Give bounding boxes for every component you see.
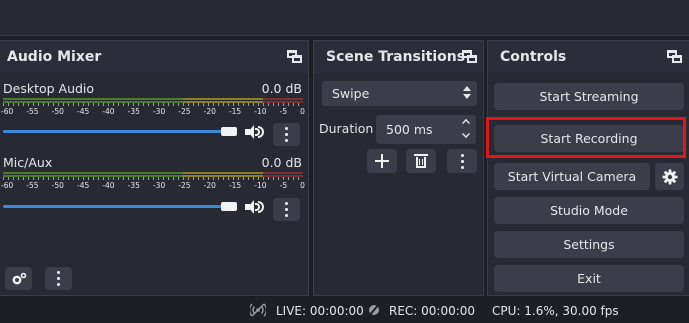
start-streaming-button[interactable]: Start Streaming [494,83,684,110]
scene-transitions-dock: Scene Transitions Swipe Duration 500 ms [313,40,484,296]
volume-slider-handle[interactable] [221,202,237,211]
channel-name-mic-aux: Mic/Aux [3,155,53,170]
undock-icon[interactable] [287,50,302,63]
exit-button[interactable]: Exit [494,265,684,292]
more-vertical-icon[interactable] [45,267,72,290]
studio-mode-button[interactable]: Studio Mode [494,197,684,224]
more-vertical-icon[interactable] [273,198,300,221]
more-vertical-icon[interactable] [447,149,477,173]
audio-mixer-title: Audio Mixer [7,49,102,65]
cpu-fps-readout: CPU: 1.6%, 30.00 fps [492,304,619,318]
duration-label: Duration [319,121,374,136]
channel-db-mic-aux: 0.0 dB [261,155,302,170]
transition-select-value: Swipe [332,86,370,101]
status-bar: LIVE: 00:00:00 REC: 00:00:00 CPU: 1.6%, … [0,298,689,323]
preview-area [0,0,689,36]
audio-mixer-header: Audio Mixer [0,41,308,73]
record-icon [368,303,380,317]
meter-ticks [3,103,303,106]
add-transition-button[interactable] [367,149,397,173]
more-vertical-icon[interactable] [273,123,300,146]
chevron-down-icon[interactable] [462,130,470,138]
duration-value: 500 ms [386,122,433,137]
start-virtual-camera-button[interactable]: Start Virtual Camera [494,163,650,190]
channel-db-desktop-audio: 0.0 dB [261,81,302,96]
live-signal-icon [250,303,266,317]
chevron-down-icon [463,86,471,100]
scene-transitions-header: Scene Transitions [314,41,483,73]
settings-button[interactable]: Settings [494,231,684,258]
volume-slider-desktop-audio[interactable] [3,130,235,133]
rec-timer: REC: 00:00:00 [389,304,476,318]
audio-mixer-dock: Audio Mixer Desktop Audio 0.0 dB -60 -55-… [0,40,309,296]
volume-slider-mic-aux[interactable] [3,205,235,208]
virtual-camera-settings-button[interactable] [655,163,684,190]
remove-transition-button[interactable] [406,149,436,173]
volume-slider-handle[interactable] [221,127,237,136]
gear-icon [662,169,677,184]
highlight-box [486,117,686,158]
transition-select[interactable]: Swipe [322,81,477,106]
controls-header: Controls [488,41,689,73]
live-timer: LIVE: 00:00:00 [276,304,364,318]
volume-icon[interactable] [245,200,264,214]
trash-icon [414,154,428,168]
advanced-audio-icon[interactable] [5,267,32,290]
controls-dock: Controls Start Streaming Start Recording… [486,40,689,296]
undock-icon[interactable] [667,50,682,63]
meter-scale: -60 -55 -50 -45 -40 -35 -30 -25 -20 -15 -10 -5 0 [1,107,305,116]
meter-ticks [3,177,303,180]
plus-icon [375,154,389,168]
chevron-up-icon[interactable] [462,119,470,127]
meter-scale: -60 -55 -50 -45 -40 -35 -30 -25 -20 -15 -10 -5 0 [1,181,305,190]
undock-icon[interactable] [462,50,477,63]
duration-spinbox[interactable]: 500 ms [376,115,476,144]
controls-title: Controls [500,49,567,65]
scene-transitions-title: Scene Transitions [326,49,466,65]
volume-icon[interactable] [245,125,264,139]
channel-name-desktop-audio: Desktop Audio [3,81,95,96]
